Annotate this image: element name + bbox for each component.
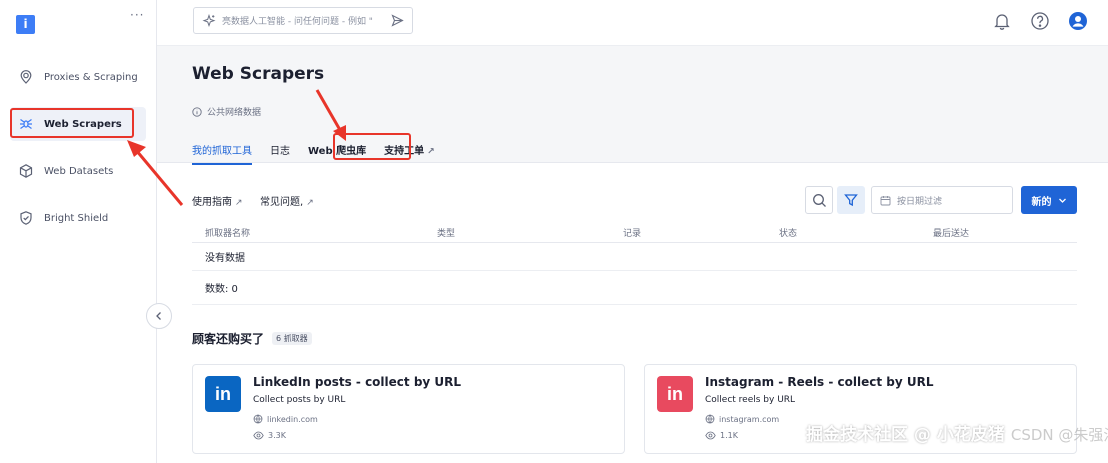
chevron-down-icon [1058,198,1066,203]
sidebar-item-label: Proxies & Scraping [44,71,138,83]
tab-my-scrapers[interactable]: 我的抓取工具 [192,142,252,165]
annotation-highlight-box [333,133,411,160]
external-link-icon: ↗ [427,147,435,157]
table-header: 抓取器名称 类型 记录 状态 最后送达 [192,221,1077,243]
sidebar: i ··· Proxies & Scraping Web Scrapers We… [0,0,157,463]
column-header[interactable]: 状态 [779,226,797,239]
search-button[interactable] [805,186,833,214]
globe-icon [253,414,263,424]
topbar: 亮数据人工智能 - 问任何问题 - 例如 " [157,0,1108,46]
sidebar-item-web-scrapers[interactable]: Web Scrapers [10,107,146,141]
card-title: LinkedIn posts - collect by URL [253,375,462,389]
count-badge: 6 抓取器 [272,332,312,345]
new-dropdown-button[interactable]: 新的 [1021,186,1077,214]
cube-icon [19,164,33,178]
ai-search-input[interactable]: 亮数据人工智能 - 问任何问题 - 例如 " [193,7,413,34]
user-avatar-icon[interactable] [1068,11,1088,31]
shield-icon [20,211,32,225]
card-domain: linkedin.com [253,414,318,424]
more-icon[interactable]: ··· [130,8,144,22]
card-description: Collect reels by URL [705,395,796,405]
app-logo[interactable]: i [16,15,35,34]
card-views: 3.3K [253,431,286,440]
globe-icon [705,414,715,424]
sidebar-collapse-button[interactable] [146,303,172,329]
page-title: Web Scrapers [192,64,325,84]
recommend-section-title: 顾客还购买了 6 抓取器 [192,330,312,347]
search-icon [812,193,826,207]
eye-icon [705,431,716,440]
guide-link[interactable]: 使用指南 ↗ [192,193,243,208]
toolbar: 使用指南 ↗ 常见问题, ↗ 按日期过滤 新的 [192,186,1077,214]
table-count-row: 数数: 0 [192,271,1077,305]
help-icon[interactable] [1030,11,1050,31]
card-views: 1.1K [705,431,738,440]
scraper-card-linkedin[interactable]: in LinkedIn posts - collect by URL Colle… [192,364,625,454]
filter-button[interactable] [837,186,865,214]
card-title: Instagram - Reels - collect by URL [705,375,934,389]
sparkle-icon [202,13,216,27]
chevron-left-icon [156,312,161,320]
card-description: Collect posts by URL [253,395,346,405]
sidebar-item-bright-shield[interactable]: Bright Shield [10,201,146,235]
external-link-icon: ↗ [306,198,314,208]
column-header[interactable]: 记录 [623,226,641,239]
bell-icon[interactable] [992,11,1012,31]
location-pin-icon [20,70,32,84]
watermark: 掘金技术社区 @ 小花皮猪CSDN @朱强治汪 [806,425,1108,445]
sidebar-item-label: Bright Shield [44,212,109,224]
column-header[interactable]: 最后送达 [933,226,969,239]
external-link-icon: ↗ [235,198,243,208]
instagram-logo-icon: in [657,376,693,412]
eye-icon [253,431,264,440]
linkedin-logo-icon: in [205,376,241,412]
page-header: Web Scrapers 公共网络数据 我的抓取工具 日志 Web 爬虫库 支持… [157,46,1108,165]
sidebar-item-proxies[interactable]: Proxies & Scraping [10,60,146,94]
calendar-icon [880,195,891,205]
search-placeholder: 亮数据人工智能 - 问任何问题 - 例如 " [222,17,373,27]
annotation-highlight-box [10,108,134,138]
scrapers-table: 抓取器名称 类型 记录 状态 最后送达 没有数据 数数: 0 [192,221,1077,305]
filter-icon [844,194,858,207]
info-icon [192,106,202,117]
faq-link[interactable]: 常见问题, ↗ [260,193,314,208]
tab-logs[interactable]: 日志 [270,142,290,165]
sidebar-item-label: Web Datasets [44,165,114,177]
table-empty-row: 没有数据 [192,243,1077,271]
tab-bar: 我的抓取工具 日志 Web 爬虫库 支持工单 ↗ [192,133,453,165]
page-subtitle: 公共网络数据 [192,105,261,118]
card-domain: instagram.com [705,414,779,424]
sidebar-item-web-datasets[interactable]: Web Datasets [10,154,146,188]
date-filter-input[interactable]: 按日期过滤 [871,186,1013,214]
column-header[interactable]: 类型 [437,226,455,239]
send-icon[interactable] [391,14,404,27]
column-header[interactable]: 抓取器名称 [205,226,250,239]
